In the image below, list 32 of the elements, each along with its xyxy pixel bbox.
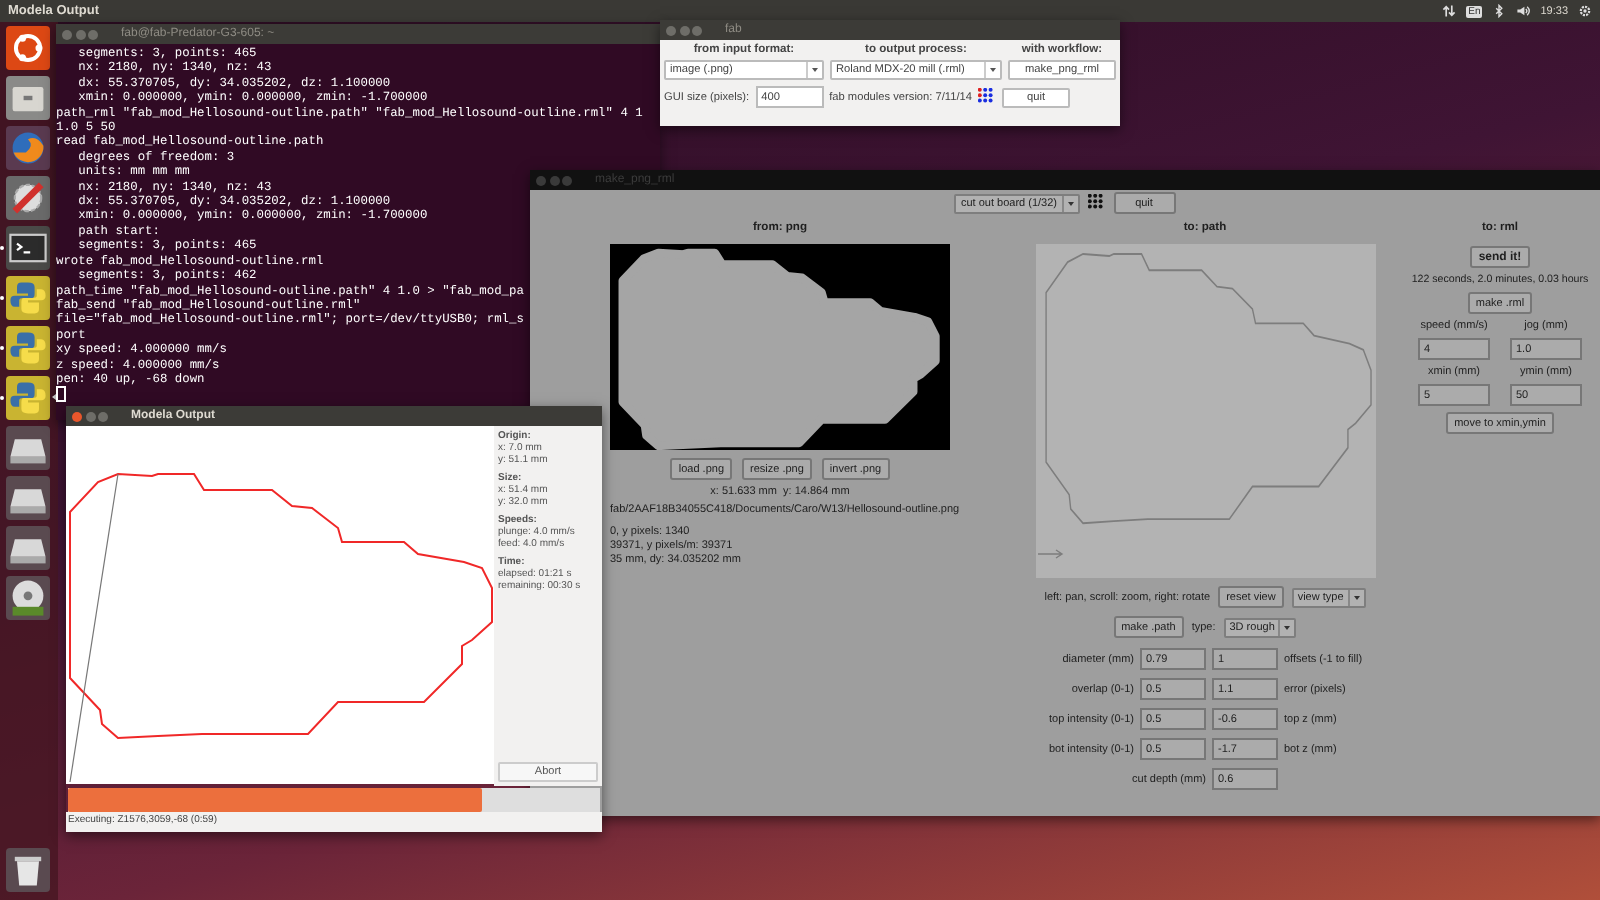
circle-logo-icon[interactable] bbox=[6, 26, 50, 70]
drive-icon[interactable] bbox=[6, 426, 50, 470]
trash-icon[interactable] bbox=[6, 848, 50, 892]
close-button[interactable] bbox=[72, 411, 82, 421]
text-cursor bbox=[56, 386, 66, 403]
snakes-icon[interactable] bbox=[6, 326, 50, 370]
terminal-icon[interactable] bbox=[6, 226, 50, 270]
close-button[interactable] bbox=[62, 29, 72, 39]
close-button[interactable] bbox=[666, 25, 676, 35]
caret-icon bbox=[812, 68, 818, 72]
network-arrows-icon[interactable] bbox=[1442, 4, 1457, 18]
caret-icon bbox=[1353, 595, 1360, 599]
maximize-button[interactable] bbox=[692, 25, 702, 35]
snakes-icon[interactable] bbox=[6, 276, 50, 320]
caret-icon bbox=[990, 68, 996, 72]
caret-icon bbox=[1067, 201, 1073, 205]
dot-grid-icon bbox=[978, 88, 997, 106]
globe-icon[interactable] bbox=[6, 126, 50, 170]
caret-icon bbox=[1284, 625, 1291, 629]
drive-icon[interactable] bbox=[6, 526, 50, 570]
volume-icon[interactable] bbox=[1516, 4, 1531, 18]
maximize-button[interactable] bbox=[98, 411, 108, 421]
drive-icon[interactable] bbox=[6, 476, 50, 520]
minimize-button[interactable] bbox=[85, 411, 95, 421]
dot-grid-icon bbox=[1087, 194, 1105, 212]
minimize-button[interactable] bbox=[75, 29, 85, 39]
bluetooth-icon[interactable] bbox=[1492, 4, 1507, 18]
maximize-button[interactable] bbox=[88, 29, 98, 39]
snakes-icon[interactable] bbox=[6, 376, 50, 420]
cabinet-icon[interactable] bbox=[6, 76, 50, 120]
minimize-button[interactable] bbox=[679, 25, 689, 35]
settings-icon[interactable] bbox=[1578, 4, 1592, 18]
